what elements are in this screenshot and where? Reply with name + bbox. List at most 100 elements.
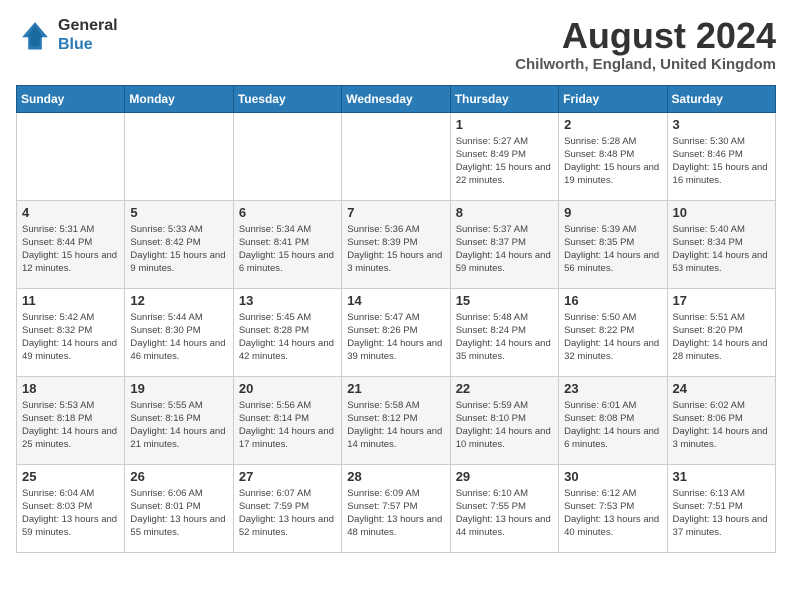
calendar-header-row: SundayMondayTuesdayWednesdayThursdayFrid… xyxy=(17,85,776,112)
day-number: 10 xyxy=(673,205,770,220)
day-cell: 13 Sunrise: 5:45 AM Sunset: 8:28 PM Dayli… xyxy=(233,288,341,376)
day-info: Sunrise: 5:28 AM Sunset: 8:48 PM Dayligh… xyxy=(564,135,661,188)
day-info: Sunrise: 5:33 AM Sunset: 8:42 PM Dayligh… xyxy=(130,223,227,276)
day-cell: 7 Sunrise: 5:36 AM Sunset: 8:39 PM Daylig… xyxy=(342,200,450,288)
title-block: August 2024 Chilworth, England, United K… xyxy=(515,16,776,73)
calendar-table: SundayMondayTuesdayWednesdayThursdayFrid… xyxy=(16,85,776,553)
day-number: 2 xyxy=(564,117,661,132)
day-number: 26 xyxy=(130,469,227,484)
day-number: 20 xyxy=(239,381,336,396)
day-info: Sunrise: 6:10 AM Sunset: 7:55 PM Dayligh… xyxy=(456,487,553,540)
day-number: 6 xyxy=(239,205,336,220)
day-info: Sunrise: 5:45 AM Sunset: 8:28 PM Dayligh… xyxy=(239,311,336,364)
day-cell: 3 Sunrise: 5:30 AM Sunset: 8:46 PM Daylig… xyxy=(667,112,775,200)
day-info: Sunrise: 6:09 AM Sunset: 7:57 PM Dayligh… xyxy=(347,487,444,540)
day-cell xyxy=(342,112,450,200)
day-info: Sunrise: 5:58 AM Sunset: 8:12 PM Dayligh… xyxy=(347,399,444,452)
day-cell xyxy=(233,112,341,200)
day-number: 28 xyxy=(347,469,444,484)
week-row-3: 11 Sunrise: 5:42 AM Sunset: 8:32 PM Dayli… xyxy=(17,288,776,376)
calendar-body: 1Sunrise: 5:27 AM Sunset: 8:49 PM Daylig… xyxy=(17,112,776,552)
day-info: Sunrise: 5:56 AM Sunset: 8:14 PM Dayligh… xyxy=(239,399,336,452)
day-cell: 30Sunrise: 6:12 AM Sunset: 7:53 PM Dayli… xyxy=(559,464,667,552)
day-cell xyxy=(17,112,125,200)
day-number: 3 xyxy=(673,117,770,132)
day-info: Sunrise: 6:02 AM Sunset: 8:06 PM Dayligh… xyxy=(673,399,770,452)
day-number: 13 xyxy=(239,293,336,308)
day-cell: 5 Sunrise: 5:33 AM Sunset: 8:42 PM Daylig… xyxy=(125,200,233,288)
day-info: Sunrise: 5:30 AM Sunset: 8:46 PM Dayligh… xyxy=(673,135,770,188)
col-header-wednesday: Wednesday xyxy=(342,85,450,112)
day-cell: 14Sunrise: 5:47 AM Sunset: 8:26 PM Dayli… xyxy=(342,288,450,376)
day-cell: 18 Sunrise: 5:53 AM Sunset: 8:18 PM Dayli… xyxy=(17,376,125,464)
col-header-sunday: Sunday xyxy=(17,85,125,112)
day-number: 8 xyxy=(456,205,553,220)
day-info: Sunrise: 5:53 AM Sunset: 8:18 PM Dayligh… xyxy=(22,399,119,452)
day-info: Sunrise: 5:59 AM Sunset: 8:10 PM Dayligh… xyxy=(456,399,553,452)
page-header: General Blue August 2024 Chilworth, Engl… xyxy=(16,16,776,73)
day-info: Sunrise: 5:42 AM Sunset: 8:32 PM Dayligh… xyxy=(22,311,119,364)
day-cell: 15Sunrise: 5:48 AM Sunset: 8:24 PM Dayli… xyxy=(450,288,558,376)
day-number: 30 xyxy=(564,469,661,484)
day-number: 31 xyxy=(673,469,770,484)
logo-svg xyxy=(16,16,54,54)
day-number: 22 xyxy=(456,381,553,396)
day-number: 1 xyxy=(456,117,553,132)
day-number: 18 xyxy=(22,381,119,396)
week-row-4: 18 Sunrise: 5:53 AM Sunset: 8:18 PM Dayli… xyxy=(17,376,776,464)
day-number: 19 xyxy=(130,381,227,396)
week-row-2: 4 Sunrise: 5:31 AM Sunset: 8:44 PM Daylig… xyxy=(17,200,776,288)
day-info: Sunrise: 5:36 AM Sunset: 8:39 PM Dayligh… xyxy=(347,223,444,276)
day-cell: 10 Sunrise: 5:40 AM Sunset: 8:34 PM Dayli… xyxy=(667,200,775,288)
day-cell: 24 Sunrise: 6:02 AM Sunset: 8:06 PM Dayli… xyxy=(667,376,775,464)
col-header-friday: Friday xyxy=(559,85,667,112)
day-info: Sunrise: 5:34 AM Sunset: 8:41 PM Dayligh… xyxy=(239,223,336,276)
day-cell: 31Sunrise: 6:13 AM Sunset: 7:51 PM Dayli… xyxy=(667,464,775,552)
day-cell: 19 Sunrise: 5:55 AM Sunset: 8:16 PM Dayli… xyxy=(125,376,233,464)
day-number: 17 xyxy=(673,293,770,308)
day-number: 5 xyxy=(130,205,227,220)
col-header-monday: Monday xyxy=(125,85,233,112)
day-number: 27 xyxy=(239,469,336,484)
col-header-thursday: Thursday xyxy=(450,85,558,112)
day-cell: 25 Sunrise: 6:04 AM Sunset: 8:03 PM Dayli… xyxy=(17,464,125,552)
col-header-saturday: Saturday xyxy=(667,85,775,112)
day-info: Sunrise: 6:07 AM Sunset: 7:59 PM Dayligh… xyxy=(239,487,336,540)
day-number: 21 xyxy=(347,381,444,396)
day-cell: 8Sunrise: 5:37 AM Sunset: 8:37 PM Daylig… xyxy=(450,200,558,288)
day-info: Sunrise: 5:39 AM Sunset: 8:35 PM Dayligh… xyxy=(564,223,661,276)
day-number: 9 xyxy=(564,205,661,220)
day-cell: 1Sunrise: 5:27 AM Sunset: 8:49 PM Daylig… xyxy=(450,112,558,200)
day-number: 4 xyxy=(22,205,119,220)
logo: General Blue xyxy=(16,16,118,54)
day-cell: 12 Sunrise: 5:44 AM Sunset: 8:30 PM Dayli… xyxy=(125,288,233,376)
day-cell: 17 Sunrise: 5:51 AM Sunset: 8:20 PM Dayli… xyxy=(667,288,775,376)
day-info: Sunrise: 5:44 AM Sunset: 8:30 PM Dayligh… xyxy=(130,311,227,364)
day-info: Sunrise: 6:06 AM Sunset: 8:01 PM Dayligh… xyxy=(130,487,227,540)
day-cell: 2 Sunrise: 5:28 AM Sunset: 8:48 PM Daylig… xyxy=(559,112,667,200)
day-info: Sunrise: 6:01 AM Sunset: 8:08 PM Dayligh… xyxy=(564,399,661,452)
day-info: Sunrise: 5:55 AM Sunset: 8:16 PM Dayligh… xyxy=(130,399,227,452)
day-number: 11 xyxy=(22,293,119,308)
week-row-1: 1Sunrise: 5:27 AM Sunset: 8:49 PM Daylig… xyxy=(17,112,776,200)
day-info: Sunrise: 6:04 AM Sunset: 8:03 PM Dayligh… xyxy=(22,487,119,540)
day-number: 14 xyxy=(347,293,444,308)
month-year: August 2024 xyxy=(515,16,776,56)
day-info: Sunrise: 5:31 AM Sunset: 8:44 PM Dayligh… xyxy=(22,223,119,276)
day-cell xyxy=(125,112,233,200)
day-number: 12 xyxy=(130,293,227,308)
day-cell: 28 Sunrise: 6:09 AM Sunset: 7:57 PM Dayli… xyxy=(342,464,450,552)
day-cell: 11 Sunrise: 5:42 AM Sunset: 8:32 PM Dayli… xyxy=(17,288,125,376)
day-cell: 23Sunrise: 6:01 AM Sunset: 8:08 PM Dayli… xyxy=(559,376,667,464)
day-info: Sunrise: 5:40 AM Sunset: 8:34 PM Dayligh… xyxy=(673,223,770,276)
day-info: Sunrise: 5:51 AM Sunset: 8:20 PM Dayligh… xyxy=(673,311,770,364)
day-cell: 16Sunrise: 5:50 AM Sunset: 8:22 PM Dayli… xyxy=(559,288,667,376)
day-cell: 29Sunrise: 6:10 AM Sunset: 7:55 PM Dayli… xyxy=(450,464,558,552)
day-number: 24 xyxy=(673,381,770,396)
day-number: 25 xyxy=(22,469,119,484)
day-cell: 6 Sunrise: 5:34 AM Sunset: 8:41 PM Daylig… xyxy=(233,200,341,288)
day-cell: 27 Sunrise: 6:07 AM Sunset: 7:59 PM Dayli… xyxy=(233,464,341,552)
day-number: 7 xyxy=(347,205,444,220)
col-header-tuesday: Tuesday xyxy=(233,85,341,112)
day-info: Sunrise: 5:48 AM Sunset: 8:24 PM Dayligh… xyxy=(456,311,553,364)
